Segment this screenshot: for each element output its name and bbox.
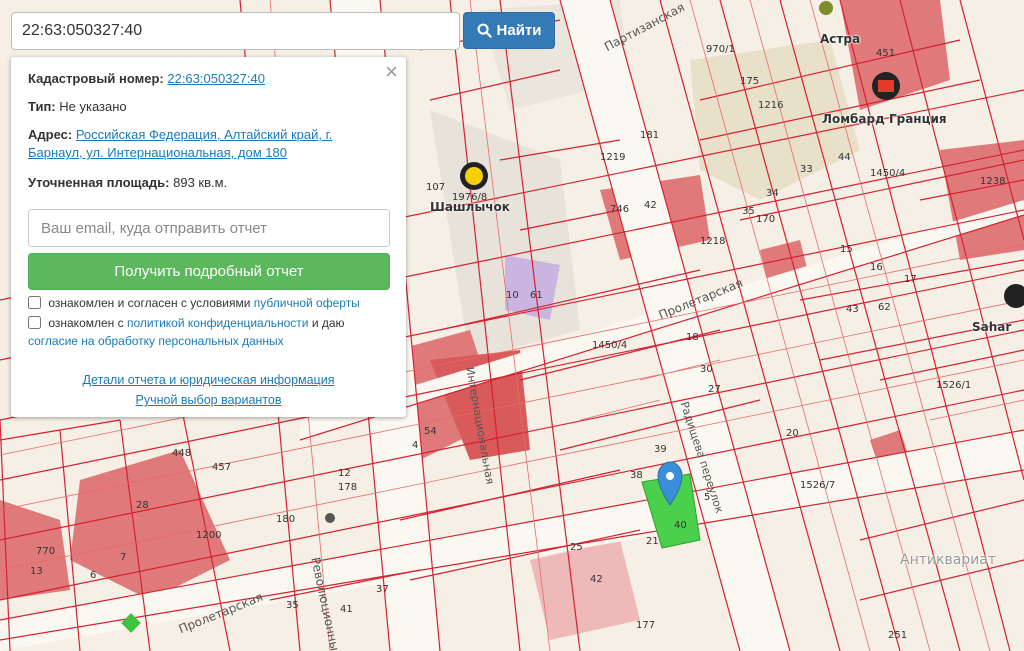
privacy-consent-checkbox[interactable] <box>28 316 41 329</box>
privacy-policy-link[interactable]: политикой конфиденциальности <box>127 316 308 330</box>
manual-selection-link[interactable]: Ручной выбор вариантов <box>11 393 406 407</box>
cadastral-number-label: Кадастровый номер: <box>28 71 164 86</box>
astra-poi-icon <box>819 1 833 15</box>
offer-consent-text: ознакомлен и согласен с условиями <box>48 296 251 310</box>
cadastral-number-link[interactable]: 22:63:050327:40 <box>167 71 265 86</box>
privacy-consent-text: ознакомлен с <box>48 316 124 330</box>
privacy-consent-row: ознакомлен с политикой конфиденциальност… <box>28 314 388 350</box>
email-field[interactable] <box>28 209 390 247</box>
get-report-button[interactable]: Получить подробный отчет <box>28 253 390 290</box>
public-offer-link[interactable]: публичной оферты <box>254 296 360 310</box>
address-row: Адрес: Российская Федерация, Алтайский к… <box>28 126 380 162</box>
shashlychok-poi-icon <box>460 162 488 190</box>
area-value: 893 кв.м. <box>173 175 228 190</box>
cadastral-number-row: Кадастровый номер: 22:63:050327:40 <box>28 70 380 88</box>
type-row: Тип: Не указано <box>28 98 380 116</box>
area-row: Уточненная площадь: 893 кв.м. <box>28 174 380 192</box>
type-value: Не указано <box>59 99 127 114</box>
personal-data-consent-link[interactable]: согласие на обработку персональных данны… <box>28 334 284 348</box>
search-button-label: Найти <box>496 22 542 39</box>
address-label: Адрес: <box>28 127 73 142</box>
offer-consent-row: ознакомлен и согласен с условиями публич… <box>28 294 388 312</box>
address-link[interactable]: Российская Федерация, Алтайский край, г.… <box>28 127 332 160</box>
privacy-consent-middle: и даю <box>311 316 345 330</box>
close-icon[interactable]: × <box>385 61 398 83</box>
lombard-poi-icon <box>872 72 900 100</box>
search-button[interactable]: Найти <box>463 12 555 49</box>
offer-consent-checkbox[interactable] <box>28 296 41 309</box>
search-icon <box>477 23 492 38</box>
cadastral-search-input[interactable] <box>11 12 460 50</box>
type-label: Тип: <box>28 99 56 114</box>
bus-stop-icon <box>325 513 335 523</box>
report-details-link[interactable]: Детали отчета и юридическая информация <box>11 373 406 387</box>
plot-info-panel: × Кадастровый номер: 22:63:050327:40 Тип… <box>11 57 406 417</box>
area-label: Уточненная площадь: <box>28 175 170 190</box>
